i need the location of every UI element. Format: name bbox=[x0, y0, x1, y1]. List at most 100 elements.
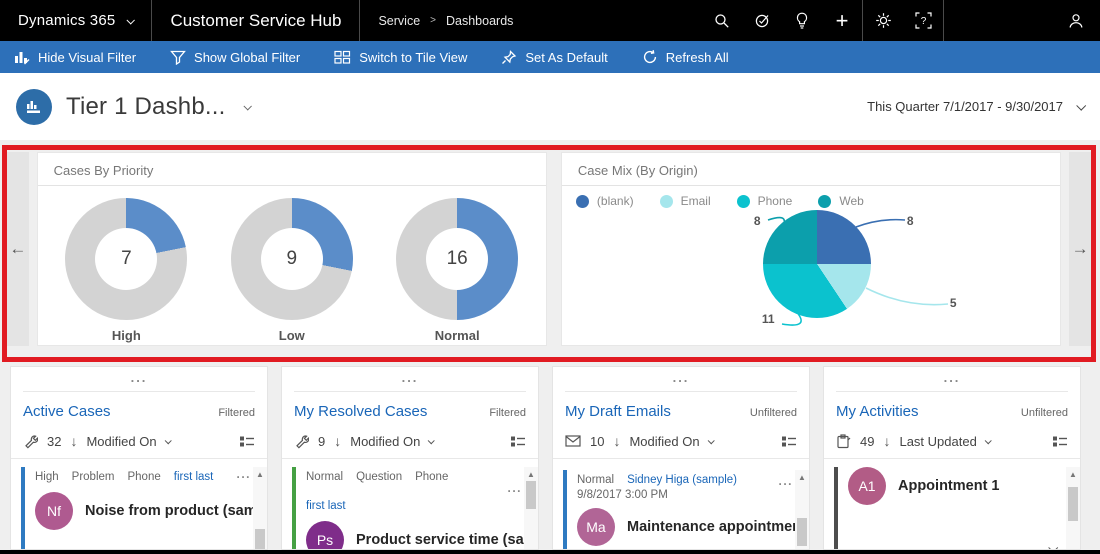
scrollbar[interactable]: ▲ bbox=[524, 467, 538, 549]
legend-item-web[interactable]: Web bbox=[818, 194, 864, 208]
stream-title[interactable]: My Draft Emails bbox=[565, 403, 671, 420]
chevron-down-icon bbox=[164, 436, 172, 444]
scrollbar[interactable]: ▲ bbox=[1066, 467, 1080, 549]
page-title: Tier 1 Dashb... bbox=[66, 92, 226, 120]
card-contact-link[interactable]: first last bbox=[306, 498, 346, 514]
donut-value: 16 bbox=[446, 248, 468, 269]
card-menu-button[interactable]: ... bbox=[507, 481, 522, 495]
card-recipient-link[interactable]: Sidney Higa (sample) bbox=[627, 472, 737, 488]
chart-title: Case Mix (By Origin) bbox=[561, 153, 1061, 186]
show-global-filter-button[interactable]: Show Global Filter bbox=[170, 50, 300, 65]
sort-field-select[interactable]: Last Updated bbox=[899, 434, 992, 449]
timeframe-filter[interactable]: This Quarter 7/1/2017 - 9/30/2017 bbox=[867, 99, 1087, 114]
dashboard-selector[interactable]: Tier 1 Dashb... bbox=[66, 92, 252, 121]
card-tag: High bbox=[35, 471, 59, 483]
legend-item-phone[interactable]: Phone bbox=[736, 194, 792, 208]
scroll-thumb[interactable] bbox=[1068, 487, 1078, 521]
view-selector-icon[interactable] bbox=[781, 435, 797, 448]
card-title: Maintenance appointment re... bbox=[627, 519, 809, 535]
avatar: A1 bbox=[848, 467, 886, 505]
scroll-thumb[interactable] bbox=[526, 481, 536, 509]
donut-value: 9 bbox=[286, 248, 298, 269]
chart-title: Cases By Priority bbox=[37, 153, 546, 186]
scrollbar[interactable]: ▲ bbox=[795, 470, 809, 549]
stream-title[interactable]: My Resolved Cases bbox=[294, 403, 427, 420]
quick-actions-icon[interactable] bbox=[742, 0, 782, 41]
switch-to-tile-view-button[interactable]: Switch to Tile View bbox=[334, 50, 467, 65]
view-selector-icon[interactable] bbox=[239, 435, 255, 448]
donut-normal: 16 Normal bbox=[377, 198, 537, 343]
scroll-more-button[interactable] bbox=[1048, 539, 1059, 549]
scroll-up-icon[interactable]: ▲ bbox=[1066, 467, 1080, 479]
record-count: 10 bbox=[590, 433, 605, 449]
card-tag: Phone bbox=[415, 471, 449, 483]
bottom-edge-bar bbox=[0, 550, 1100, 554]
help-icon[interactable]: ? bbox=[903, 0, 943, 41]
stream-menu-button[interactable]: ... bbox=[282, 367, 538, 391]
sort-direction-icon[interactable]: ↓ bbox=[70, 433, 77, 449]
sort-field-select[interactable]: Modified On bbox=[629, 434, 715, 449]
sort-field-select[interactable]: Modified On bbox=[86, 434, 172, 449]
chevron-down-icon bbox=[984, 436, 992, 444]
scrollbar[interactable]: ▲ bbox=[253, 467, 267, 549]
carousel-next-button[interactable]: → bbox=[1069, 152, 1091, 346]
bar-chart-icon bbox=[14, 50, 30, 65]
sort-field-select[interactable]: Modified On bbox=[350, 434, 436, 449]
sort-direction-icon[interactable]: ↓ bbox=[883, 433, 890, 449]
stream-card[interactable]: High Problem Phone first last ... Nf Noi… bbox=[21, 467, 267, 549]
donut-chart[interactable]: 7 bbox=[65, 198, 188, 320]
view-selector-icon[interactable] bbox=[510, 435, 526, 448]
card-tag: Phone bbox=[127, 471, 161, 483]
donut-high: 7 High bbox=[46, 198, 206, 343]
brand-switcher[interactable]: Dynamics 365 bbox=[0, 0, 151, 41]
sort-direction-icon[interactable]: ↓ bbox=[334, 433, 341, 449]
refresh-all-button[interactable]: Refresh All bbox=[642, 49, 729, 65]
arrow-left-icon: ← bbox=[9, 239, 27, 258]
card-menu-button[interactable]: ... bbox=[778, 474, 793, 488]
settings-gear-icon[interactable] bbox=[863, 0, 903, 41]
search-icon[interactable] bbox=[702, 0, 742, 41]
sort-direction-icon[interactable]: ↓ bbox=[613, 433, 620, 449]
lightbulb-icon[interactable] bbox=[782, 0, 822, 41]
breadcrumb-area[interactable]: Service bbox=[378, 14, 420, 28]
carousel-prev-button[interactable]: ← bbox=[7, 152, 29, 346]
breadcrumb-page[interactable]: Dashboards bbox=[446, 14, 513, 28]
hide-visual-filter-button[interactable]: Hide Visual Filter bbox=[14, 50, 136, 65]
scroll-up-icon[interactable]: ▲ bbox=[524, 467, 538, 479]
funnel-icon bbox=[170, 50, 186, 65]
pie-chart[interactable] bbox=[762, 210, 871, 318]
card-date: 9/8/2017 3:00 PM bbox=[577, 489, 668, 501]
scroll-up-icon[interactable]: ▲ bbox=[253, 467, 267, 479]
donut-chart[interactable]: 16 bbox=[396, 198, 519, 320]
app-name[interactable]: Customer Service Hub bbox=[152, 0, 359, 41]
legend-item-blank[interactable]: (blank) bbox=[575, 194, 634, 208]
view-selector-icon[interactable] bbox=[1052, 435, 1068, 448]
set-as-default-button[interactable]: Set As Default bbox=[501, 50, 608, 65]
stream-title[interactable]: My Activities bbox=[836, 403, 919, 420]
card-menu-button[interactable]: ... bbox=[236, 467, 251, 481]
topbar-actions: + ? bbox=[702, 0, 1100, 41]
card-accent-bar bbox=[21, 467, 25, 549]
scroll-thumb[interactable] bbox=[797, 518, 807, 546]
scroll-up-icon[interactable]: ▲ bbox=[795, 470, 809, 482]
stream-menu-button[interactable]: ... bbox=[11, 367, 267, 391]
stream-menu-button[interactable]: ... bbox=[824, 367, 1080, 391]
legend-item-email[interactable]: Email bbox=[659, 194, 711, 208]
add-icon[interactable]: + bbox=[822, 0, 862, 41]
card-tag: Normal bbox=[306, 471, 344, 483]
card-title: Noise from product (sample) bbox=[85, 503, 268, 519]
card-accent-bar bbox=[834, 467, 838, 549]
scroll-thumb[interactable] bbox=[255, 529, 265, 549]
donut-label: Normal bbox=[434, 328, 480, 343]
profile-icon[interactable] bbox=[1056, 0, 1096, 41]
brand-label: Dynamics 365 bbox=[18, 12, 116, 29]
stream-title[interactable]: Active Cases bbox=[23, 403, 111, 420]
card-contact-link[interactable]: first last bbox=[174, 469, 214, 485]
stream-menu-button[interactable]: ... bbox=[553, 367, 809, 391]
streams-row: ... Active Cases Filtered 32 ↓ Modified … bbox=[0, 366, 1100, 550]
donut-chart[interactable]: 9 bbox=[230, 198, 353, 320]
stream-card[interactable]: Normal Question Phone first last ... Ps … bbox=[292, 467, 538, 549]
stream-card[interactable]: Normal Sidney Higa (sample) ... 9/8/2017… bbox=[563, 470, 809, 549]
stream-card[interactable]: A1 Appointment 1 bbox=[834, 467, 1066, 549]
refresh-icon bbox=[642, 49, 658, 65]
